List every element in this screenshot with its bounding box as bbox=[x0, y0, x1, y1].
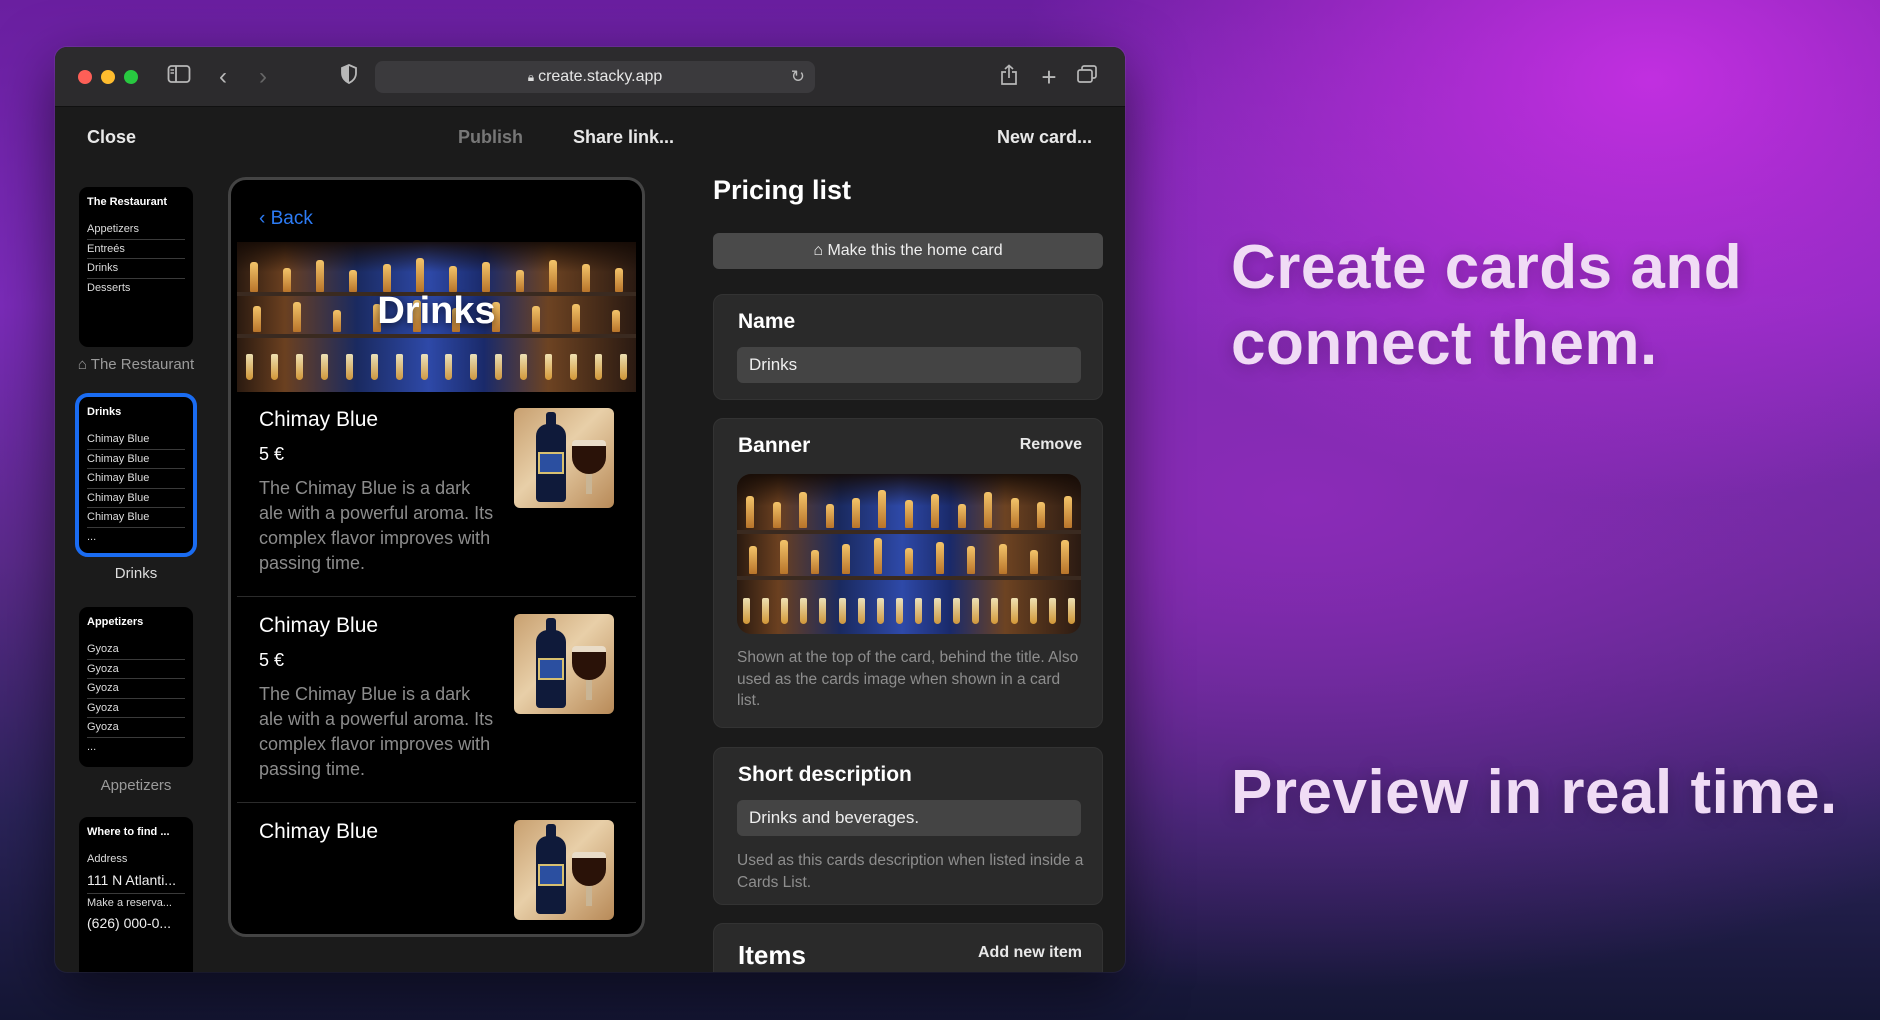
thumb-row: Make a reserva... bbox=[87, 896, 172, 909]
thumb-row: (626) 000-0... bbox=[87, 915, 172, 931]
thumb-row: Gyoza bbox=[87, 718, 185, 738]
add-new-item-button[interactable]: Add new item bbox=[978, 944, 1082, 962]
thumb-row: Gyoza bbox=[87, 699, 185, 718]
thumb-row: Entreés bbox=[87, 240, 185, 259]
browser-window: ‹ › 🔒︎ create.stacky.app ↻ + Close Publis… bbox=[55, 47, 1125, 972]
panel-title: Pricing list bbox=[713, 175, 852, 205]
address-bar[interactable]: 🔒︎ create.stacky.app ↻ bbox=[375, 61, 815, 93]
new-card-button[interactable]: New card... bbox=[997, 127, 1092, 148]
name-section: Name Drinks bbox=[713, 294, 1103, 400]
card-thumb-restaurant[interactable]: The Restaurant Appetizers Entreés Drinks… bbox=[79, 187, 193, 347]
item-image bbox=[514, 614, 614, 714]
thumb-row: ... bbox=[87, 530, 97, 543]
item-price: 5 € bbox=[259, 650, 285, 670]
banner-section: Banner Remove Shown at the top of the ca… bbox=[713, 418, 1103, 728]
short-description-label: Short description bbox=[738, 763, 912, 786]
thumb-caption-restaurant: ⌂ The Restaurant bbox=[77, 356, 195, 373]
share-link-button[interactable]: Share link... bbox=[573, 127, 674, 148]
forward-nav-icon[interactable]: › bbox=[249, 64, 277, 90]
item-name: Chimay Blue bbox=[259, 614, 379, 637]
name-label: Name bbox=[738, 310, 796, 333]
lock-icon: 🔒︎ bbox=[527, 70, 535, 84]
thumb-title: Appetizers bbox=[87, 616, 144, 628]
list-item[interactable]: Chimay Blue 5 € The Chimay Blue is a dar… bbox=[237, 392, 636, 597]
remove-banner-button[interactable]: Remove bbox=[1020, 436, 1082, 454]
thumb-title: The Restaurant bbox=[87, 196, 168, 208]
thumb-row: Gyoza bbox=[87, 660, 185, 679]
sidebar-toggle-icon[interactable] bbox=[165, 64, 193, 91]
thumb-caption-drinks: Drinks bbox=[114, 565, 158, 582]
name-field[interactable]: Drinks bbox=[737, 347, 1081, 383]
browser-titlebar: ‹ › 🔒︎ create.stacky.app ↻ + bbox=[55, 47, 1125, 107]
publish-button[interactable]: Publish bbox=[458, 127, 523, 148]
banner-hint: Shown at the top of the card, behind the… bbox=[737, 649, 1079, 709]
app-toolbar: Close Publish Share link... New card... bbox=[55, 107, 1125, 169]
card-thumb-where-to-find[interactable]: Where to find ... Address 111 N Atlanti.… bbox=[79, 817, 193, 972]
thumb-title: Where to find ... bbox=[87, 826, 170, 838]
window-minimize-button[interactable] bbox=[101, 70, 115, 84]
thumb-row: Chimay Blue bbox=[87, 508, 185, 528]
thumb-row: 111 N Atlanti... bbox=[87, 870, 185, 894]
thumb-row: Desserts bbox=[87, 281, 131, 294]
url-text: create.stacky.app bbox=[538, 68, 663, 85]
banner-thumbnail[interactable] bbox=[737, 474, 1081, 634]
short-description-field[interactable]: Drinks and beverages. bbox=[737, 800, 1081, 836]
card-preview-phone: ‹ Back Drinks Chimay Blue 5 € The Chimay… bbox=[228, 177, 645, 937]
thumb-row: Appetizers bbox=[87, 220, 185, 240]
items-section: Items Add new item bbox=[713, 923, 1103, 972]
chevron-left-icon: ‹ bbox=[259, 208, 266, 229]
reload-icon[interactable]: ↻ bbox=[791, 61, 805, 93]
tagline-preview: Preview in real time. bbox=[1231, 758, 1838, 827]
home-icon: ⌂ bbox=[813, 242, 823, 259]
item-description: The Chimay Blue is a dark ale with a pow… bbox=[259, 478, 494, 573]
back-nav-icon[interactable]: ‹ bbox=[209, 64, 237, 90]
window-zoom-button[interactable] bbox=[124, 70, 138, 84]
list-item[interactable]: Chimay Blue 5 € The Chimay Blue is a dar… bbox=[237, 598, 636, 803]
thumb-title: Drinks bbox=[87, 406, 122, 418]
item-price: 5 € bbox=[259, 444, 285, 464]
privacy-shield-icon[interactable] bbox=[335, 64, 363, 91]
thumb-row: Chimay Blue bbox=[87, 489, 185, 508]
thumb-row: Drinks bbox=[87, 259, 185, 279]
tagline-create-cards: Create cards and connect them. bbox=[1231, 233, 1743, 378]
new-tab-icon[interactable]: + bbox=[1035, 64, 1063, 90]
thumb-row: Chimay Blue bbox=[87, 450, 185, 469]
thumb-row: Chimay Blue bbox=[87, 469, 185, 489]
thumb-row: Address bbox=[87, 853, 128, 865]
item-image bbox=[514, 408, 614, 508]
card-thumb-drinks[interactable]: Drinks Chimay Blue Chimay Blue Chimay Bl… bbox=[75, 393, 197, 557]
item-image bbox=[514, 820, 614, 920]
banner-image: Drinks bbox=[237, 242, 636, 392]
thumb-row: Chimay Blue bbox=[87, 430, 185, 450]
item-name: Chimay Blue bbox=[259, 820, 379, 843]
short-description-hint: Used as this cards description when list… bbox=[737, 852, 1084, 891]
tab-overview-icon[interactable] bbox=[1073, 64, 1101, 91]
window-close-button[interactable] bbox=[78, 70, 92, 84]
thumb-row: Gyoza bbox=[87, 679, 185, 699]
card-thumb-appetizers[interactable]: Appetizers Gyoza Gyoza Gyoza Gyoza Gyoza… bbox=[79, 607, 193, 767]
close-button[interactable]: Close bbox=[87, 127, 136, 148]
items-label: Items bbox=[738, 940, 806, 970]
thumb-row: ... bbox=[87, 740, 97, 753]
item-name: Chimay Blue bbox=[259, 408, 379, 431]
short-description-section: Short description Drinks and beverages. … bbox=[713, 747, 1103, 905]
list-item[interactable]: Chimay Blue bbox=[237, 804, 636, 928]
share-icon[interactable] bbox=[995, 64, 1023, 93]
thumb-caption-appetizers: Appetizers bbox=[100, 777, 172, 794]
thumb-row: Gyoza bbox=[87, 640, 185, 660]
home-icon: ⌂ bbox=[77, 356, 87, 373]
banner-label: Banner bbox=[738, 434, 811, 457]
banner-title: Drinks bbox=[377, 290, 496, 332]
item-description: The Chimay Blue is a dark ale with a pow… bbox=[259, 684, 494, 779]
back-link[interactable]: ‹ Back bbox=[259, 208, 313, 230]
make-home-card-button[interactable]: ⌂ Make this the home card bbox=[713, 233, 1103, 269]
